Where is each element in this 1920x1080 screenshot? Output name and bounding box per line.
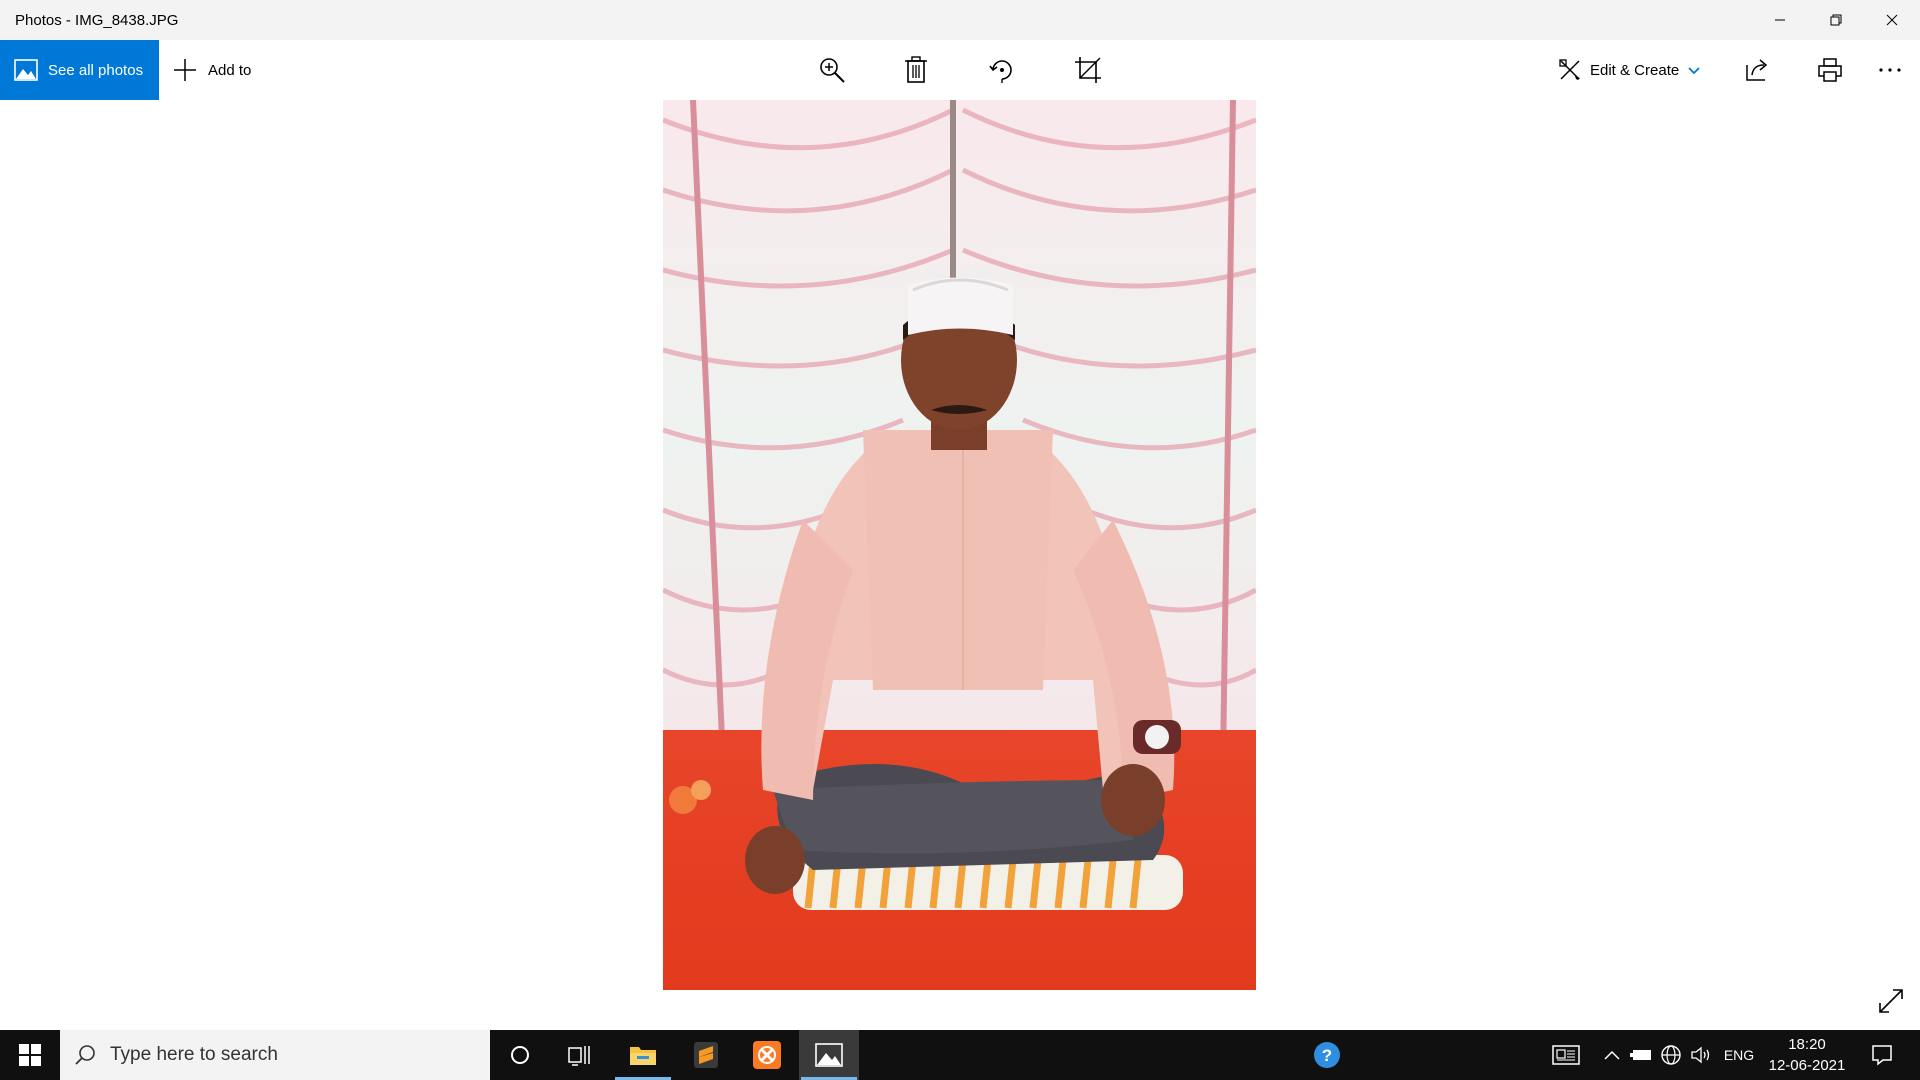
close-icon <box>1886 14 1898 26</box>
news-tray-button[interactable] <box>1548 1030 1584 1080</box>
task-view-button[interactable] <box>550 1030 610 1080</box>
share-icon <box>1746 59 1768 81</box>
show-hidden-icons-button[interactable] <box>1600 1030 1624 1080</box>
chevron-up-icon <box>1604 1050 1620 1060</box>
fullscreen-button[interactable] <box>1876 986 1906 1016</box>
add-to-button[interactable]: Add to <box>172 40 251 100</box>
title-bar: Photos - IMG_8438.JPG <box>0 0 1920 40</box>
plus-icon <box>174 59 196 81</box>
close-button[interactable] <box>1864 0 1920 40</box>
more-icon <box>1879 68 1901 72</box>
edit-create-label: Edit & Create <box>1590 61 1680 79</box>
photo-content <box>663 100 1256 990</box>
add-to-label: Add to <box>208 61 252 79</box>
help-tray-button[interactable]: ? <box>1308 1030 1348 1080</box>
file-explorer-button[interactable] <box>613 1030 673 1080</box>
delete-button[interactable] <box>900 54 932 86</box>
share-button[interactable] <box>1741 54 1773 86</box>
network-tray-button[interactable] <box>1658 1030 1684 1080</box>
photo-viewer-image[interactable] <box>663 100 1256 990</box>
volume-tray-button[interactable] <box>1688 1030 1714 1080</box>
minimize-button[interactable] <box>1752 0 1808 40</box>
clock-time: 18:20 <box>1788 1036 1826 1053</box>
window-controls <box>1752 0 1920 40</box>
windows-logo-icon <box>19 1044 41 1066</box>
crop-button[interactable] <box>1072 54 1104 86</box>
print-icon <box>1818 58 1842 82</box>
battery-icon <box>1630 1050 1651 1060</box>
photo-toolbar: See all photos Add to Edit & Create <box>0 40 1920 100</box>
rotate-button[interactable] <box>986 54 1018 86</box>
edit-create-icon <box>1559 59 1580 80</box>
svg-text:?: ? <box>1322 1046 1332 1065</box>
taskbar: Type here to search ? ENG 18:20 12-06-20… <box>0 1030 1920 1080</box>
taskbar-search-box[interactable]: Type here to search <box>60 1030 490 1080</box>
rotate-icon <box>989 60 1012 83</box>
sublime-text-icon <box>694 1042 718 1068</box>
more-options-button[interactable] <box>1874 54 1906 86</box>
clock[interactable]: 18:20 12-06-2021 <box>1762 1034 1852 1076</box>
language-indicator[interactable]: ENG <box>1718 1030 1760 1080</box>
see-all-photos-label: See all photos <box>48 61 144 79</box>
sublime-text-button[interactable] <box>676 1030 736 1080</box>
xampp-icon <box>753 1041 781 1069</box>
photos-icon <box>815 1043 843 1067</box>
globe-icon <box>1661 1045 1681 1065</box>
notifications-icon <box>1872 1045 1892 1066</box>
action-center-button[interactable] <box>1862 1030 1902 1080</box>
see-all-photos-button[interactable]: See all photos <box>0 40 159 100</box>
delete-icon <box>905 56 927 83</box>
restore-button[interactable] <box>1808 0 1864 40</box>
cortana-button[interactable] <box>490 1030 550 1080</box>
file-explorer-icon <box>630 1047 656 1065</box>
expand-icon <box>1879 989 1903 1013</box>
search-placeholder: Type here to search <box>110 1044 278 1065</box>
zoom-icon <box>820 58 845 83</box>
battery-tray-button[interactable] <box>1628 1030 1654 1080</box>
restore-icon <box>1830 14 1842 26</box>
photos-app-icon <box>14 59 38 81</box>
cortana-icon <box>511 1046 529 1064</box>
zoom-button[interactable] <box>816 54 848 86</box>
help-icon: ? <box>1314 1042 1340 1068</box>
task-view-icon <box>568 1046 590 1066</box>
volume-icon <box>1691 1046 1710 1064</box>
start-button[interactable] <box>0 1030 60 1080</box>
window-title: Photos - IMG_8438.JPG <box>15 11 179 29</box>
edit-create-button[interactable]: Edit & Create <box>1558 40 1701 100</box>
news-icon <box>1552 1045 1580 1065</box>
clock-date: 12-06-2021 <box>1768 1057 1846 1074</box>
crop-icon <box>1075 57 1101 83</box>
chevron-down-icon <box>1688 67 1700 75</box>
search-icon <box>75 1045 95 1065</box>
xampp-button[interactable] <box>737 1030 797 1080</box>
photos-taskbar-button[interactable] <box>799 1030 859 1080</box>
print-button[interactable] <box>1814 54 1846 86</box>
minimize-icon <box>1775 19 1785 21</box>
